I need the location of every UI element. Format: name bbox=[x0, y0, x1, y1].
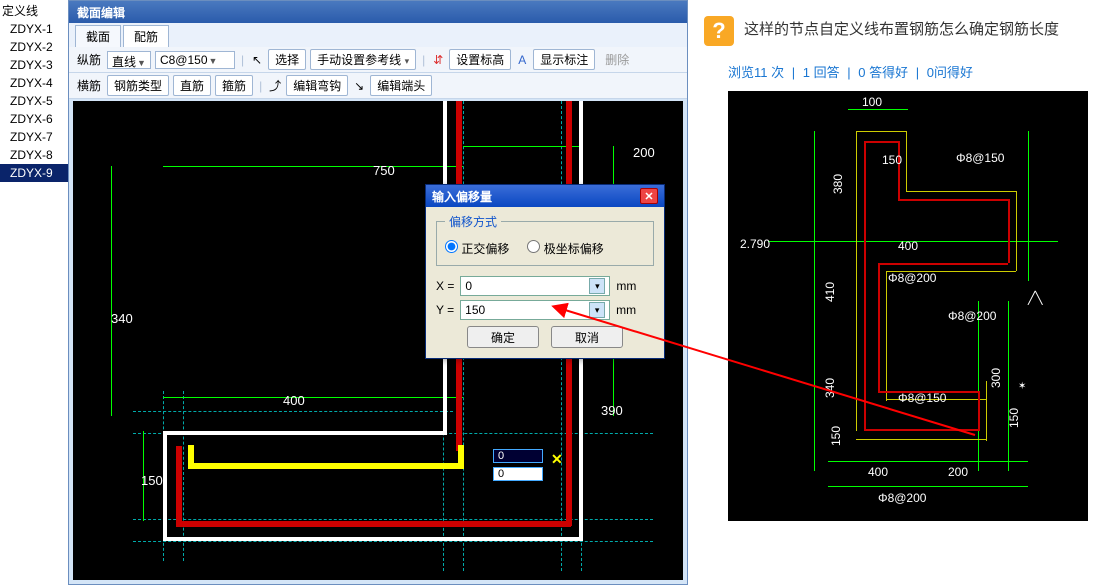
question-title[interactable]: 这样的节点自定义线布置钢筋怎么确定钢筋长度 bbox=[744, 16, 1059, 46]
separator: | bbox=[420, 53, 427, 67]
stat-views[interactable]: 浏览11 次 bbox=[728, 65, 784, 80]
x-input[interactable]: 0▾ bbox=[460, 276, 610, 296]
cursor-icon: ↖ bbox=[250, 53, 264, 67]
label-hengjin: 横筋 bbox=[75, 77, 103, 94]
dim-label: 390 bbox=[601, 403, 623, 418]
layer-tree: 定义线 ZDYX-1 ZDYX-2 ZDYX-3 ZDYX-4 ZDYX-5 Z… bbox=[0, 0, 68, 585]
tree-item[interactable]: ZDYX-2 bbox=[0, 38, 68, 56]
reference-drawing[interactable]: ╱╲ ✶ 100 150 380 2.790 400 410 340 300 1… bbox=[728, 91, 1088, 521]
ref-dim: 150 bbox=[829, 426, 843, 446]
tree-item[interactable]: ZDYX-4 bbox=[0, 74, 68, 92]
btn-set-elevation[interactable]: 设置标高 bbox=[449, 49, 511, 70]
btn-delete[interactable]: 删除 bbox=[599, 50, 635, 69]
ref-dim: 400 bbox=[898, 239, 918, 253]
dim-label: 200 bbox=[633, 145, 655, 160]
ref-dim: 300 bbox=[989, 368, 1003, 388]
question-mark-icon: ? bbox=[704, 16, 734, 46]
break-mark-icon: ✶ bbox=[1018, 381, 1026, 392]
toolbar-row-1: 纵筋 直线▼ C8@150▼ | ↖ 选择 手动设置参考线 ▾ | ⇵ 设置标高… bbox=[69, 47, 687, 73]
combo-spec[interactable]: C8@150▼ bbox=[155, 51, 235, 69]
btn-edit-hook[interactable]: 编辑弯钩 bbox=[286, 75, 348, 96]
offset-mode-group: 偏移方式 正交偏移 极坐标偏移 bbox=[436, 213, 654, 266]
cancel-button[interactable]: 取消 bbox=[551, 326, 623, 348]
offset-dialog: 输入偏移量 ✕ 偏移方式 正交偏移 极坐标偏移 X = 0▾ mm Y = 15… bbox=[425, 184, 665, 359]
dialog-titlebar[interactable]: 输入偏移量 ✕ bbox=[426, 185, 664, 207]
question-panel: ? 这样的节点自定义线布置钢筋怎么确定钢筋长度 浏览11 次 | 1 回答 | … bbox=[700, 0, 1111, 585]
btn-gujin[interactable]: 箍筋 bbox=[215, 75, 253, 96]
ref-dim: 2.790 bbox=[740, 237, 770, 251]
end-icon: ↘ bbox=[352, 79, 366, 93]
combo-linetype[interactable]: 直线▼ bbox=[107, 51, 151, 69]
draw-cursor-icon: ✕ bbox=[551, 451, 563, 468]
label-zongjin: 纵筋 bbox=[75, 51, 103, 68]
separator: | bbox=[257, 79, 264, 93]
unit-label: mm bbox=[616, 279, 636, 293]
ref-dim: 340 bbox=[823, 378, 837, 398]
separator: | bbox=[239, 53, 246, 67]
tree-item[interactable]: ZDYX-6 bbox=[0, 110, 68, 128]
chevron-down-icon[interactable]: ▾ bbox=[589, 278, 605, 294]
ref-spec: Φ8@200 bbox=[888, 271, 936, 285]
stat-answers[interactable]: 1 回答 bbox=[803, 65, 840, 80]
ref-dim: 150 bbox=[1007, 408, 1021, 428]
radio-ortho[interactable]: 正交偏移 bbox=[445, 240, 509, 257]
editor-tabs: 截面 配筋 bbox=[69, 23, 687, 47]
toolbar-row-2: 横筋 钢筋类型 直筋 箍筋 | ⤴ 编辑弯钩 ↘ 编辑端头 bbox=[69, 73, 687, 99]
unit-label: mm bbox=[616, 303, 636, 317]
ok-button[interactable]: 确定 bbox=[467, 326, 539, 348]
close-icon[interactable]: ✕ bbox=[640, 188, 658, 204]
stat-good-answer[interactable]: 0 答得好 bbox=[858, 65, 908, 80]
y-label: Y = bbox=[436, 303, 454, 317]
btn-select[interactable]: 选择 bbox=[268, 49, 306, 70]
editor-titlebar: 截面编辑 bbox=[69, 1, 687, 23]
label-icon: A bbox=[515, 53, 529, 67]
btn-show-label[interactable]: 显示标注 bbox=[533, 49, 595, 70]
ref-dim: 400 bbox=[868, 465, 888, 479]
dim-label: 750 bbox=[373, 163, 395, 178]
stat-good-question[interactable]: 0问得好 bbox=[927, 65, 973, 80]
x-label: X = bbox=[436, 279, 454, 293]
y-input[interactable]: 150▾ bbox=[460, 300, 610, 320]
group-label: 偏移方式 bbox=[445, 213, 501, 230]
dialog-title-text: 输入偏移量 bbox=[432, 188, 492, 205]
ref-spec: Φ8@200 bbox=[948, 309, 996, 323]
question-stats: 浏览11 次 | 1 回答 | 0 答得好 | 0问得好 bbox=[728, 62, 1107, 81]
btn-zhijin[interactable]: 直筋 bbox=[173, 75, 211, 96]
tree-item[interactable]: ZDYX-5 bbox=[0, 92, 68, 110]
ref-dim: 200 bbox=[948, 465, 968, 479]
dim-label: 340 bbox=[111, 311, 133, 326]
ref-dim: 410 bbox=[823, 282, 837, 302]
coord-box-x[interactable]: 0 bbox=[493, 449, 543, 463]
coord-box-y[interactable]: 0 bbox=[493, 467, 543, 481]
tab-section[interactable]: 截面 bbox=[75, 25, 121, 47]
tree-item[interactable]: ZDYX-7 bbox=[0, 128, 68, 146]
radio-polar[interactable]: 极坐标偏移 bbox=[527, 240, 603, 257]
ref-dim: 100 bbox=[862, 95, 882, 109]
dim-label: 150 bbox=[141, 473, 163, 488]
tree-item-selected[interactable]: ZDYX-9 bbox=[0, 164, 68, 182]
ref-spec: Φ8@150 bbox=[956, 151, 1004, 165]
tree-item[interactable]: ZDYX-8 bbox=[0, 146, 68, 164]
ref-dim: 150 bbox=[882, 153, 902, 167]
break-mark-icon: ╱╲ bbox=[1028, 291, 1042, 305]
hook-icon: ⤴ bbox=[268, 77, 282, 94]
ref-spec: Φ8@200 bbox=[878, 491, 926, 505]
tree-item[interactable]: ZDYX-3 bbox=[0, 56, 68, 74]
ref-spec: Φ8@150 bbox=[898, 391, 946, 405]
btn-gangjin-type[interactable]: 钢筋类型 bbox=[107, 75, 169, 96]
btn-edit-end[interactable]: 编辑端头 bbox=[370, 75, 432, 96]
tree-title: 定义线 bbox=[0, 2, 68, 20]
btn-manual-ref[interactable]: 手动设置参考线 ▾ bbox=[310, 49, 416, 70]
dim-label: 400 bbox=[283, 393, 305, 408]
ref-dim: 380 bbox=[831, 174, 845, 194]
tree-item[interactable]: ZDYX-1 bbox=[0, 20, 68, 38]
chevron-down-icon[interactable]: ▾ bbox=[589, 302, 605, 318]
tab-rebar[interactable]: 配筋 bbox=[123, 25, 169, 47]
elevation-icon: ⇵ bbox=[431, 53, 445, 67]
